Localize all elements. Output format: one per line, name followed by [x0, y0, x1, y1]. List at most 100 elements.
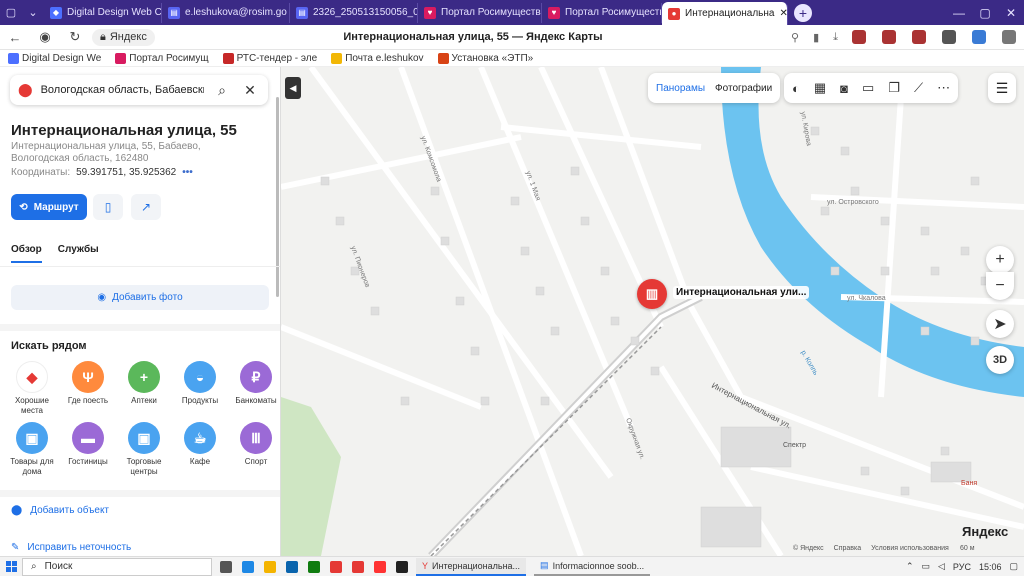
fix-inaccuracy-link[interactable]: ✎ Исправить неточность — [11, 542, 131, 553]
bus-icon[interactable]: ▭ — [862, 80, 874, 96]
browser-tab[interactable]: ▤ 2326_250513150056_0 — [290, 2, 418, 23]
3d-button[interactable]: 3D — [986, 346, 1014, 374]
taskbar-document-window[interactable]: ▤ Informacionnoe soob... — [534, 558, 651, 576]
browser-tab[interactable]: ♥ Портал Росимущества — [418, 2, 542, 23]
notifications-icon[interactable]: ▢ — [1009, 561, 1018, 572]
terms-link[interactable]: Условия использования — [871, 545, 949, 552]
category-hotels[interactable]: ▬ Гостиницы — [60, 422, 116, 477]
close-window-icon[interactable]: ✕ — [998, 6, 1024, 20]
zoom-out-button[interactable]: − — [986, 272, 1014, 300]
download-icon[interactable]: ⤓ — [833, 31, 838, 44]
reload-icon[interactable]: ↻ — [60, 29, 90, 45]
taskbar-search[interactable]: ⌕ Поиск — [22, 557, 212, 576]
close-icon[interactable]: ✕ — [240, 82, 260, 99]
hamburger-icon: ☰ — [995, 79, 1009, 96]
add-object-link[interactable]: ⬤ Добавить объект — [11, 505, 109, 516]
more-icon[interactable]: ⋯ — [937, 80, 950, 96]
bookmark-button[interactable]: ▯ — [93, 194, 123, 220]
browser-tab-active[interactable]: ● Интернациональна ✕ — [662, 2, 788, 25]
bookmark-item[interactable]: Установка «ЭТП» — [437, 52, 533, 64]
extension-icon[interactable] — [882, 30, 896, 44]
ruler-icon[interactable]: ⟋ — [914, 80, 923, 96]
opera-icon[interactable] — [352, 560, 364, 573]
collapse-panel-button[interactable]: ◀ — [285, 77, 301, 99]
place-marker[interactable]: ▥ — [637, 279, 667, 309]
search-input[interactable] — [40, 84, 204, 96]
more-icon[interactable]: ••• — [182, 167, 193, 178]
photos-layer-button[interactable]: Фотографии — [715, 83, 772, 94]
site-chip[interactable]: 🔒︎ Яндекс — [92, 28, 155, 46]
traffic-icon[interactable]: ◐ — [792, 81, 800, 96]
task-view-icon[interactable] — [220, 560, 232, 573]
close-tab-icon[interactable]: ✕ — [779, 8, 787, 19]
coordinates-value[interactable]: 59.391751, 35.925362 — [76, 167, 176, 178]
extension-icon[interactable] — [942, 30, 956, 44]
browser-tab[interactable]: ♥ Портал Росимущества — [542, 2, 662, 23]
minimize-icon[interactable]: — — [946, 6, 972, 20]
explorer-icon[interactable] — [264, 560, 276, 573]
panoramas-layer-button[interactable]: Панорамы — [656, 83, 705, 94]
network-icon[interactable]: ▭ — [921, 561, 930, 572]
bookmark-item[interactable]: Почта e.leshukov — [331, 52, 424, 64]
category-cafe[interactable]: ☕︎ Кафе — [172, 422, 228, 477]
category-pharmacy[interactable]: + Аптеки — [116, 361, 172, 416]
map-canvas[interactable]: ул. Комсомола ул. Пионеров ул. 1 Мая Инт… — [281, 67, 1024, 556]
app-icon[interactable] — [330, 560, 342, 573]
language-indicator[interactable]: РУС — [953, 562, 971, 572]
tab-favicon-icon: ▤ — [168, 6, 180, 19]
map-book-icon[interactable]: ▦ — [814, 80, 826, 96]
category-malls[interactable]: ▣ Торговые центры — [116, 422, 172, 477]
chevron-down-icon[interactable]: ⌄ — [22, 3, 44, 23]
category-home-goods[interactable]: ▣ Товары для дома — [4, 422, 60, 477]
route-button[interactable]: ⟲ Маршрут — [11, 194, 87, 220]
new-tab-button[interactable]: + — [794, 3, 812, 22]
zoom-in-button[interactable]: + — [986, 246, 1014, 274]
location-icon[interactable]: ⚲ — [791, 31, 799, 44]
maximize-icon[interactable]: ▢ — [972, 6, 998, 20]
category-good-places[interactable]: ◆ Хорошие места — [4, 361, 60, 416]
panel-scrollbar[interactable] — [276, 97, 279, 297]
tab-services[interactable]: Службы — [58, 244, 99, 263]
back-arrow-icon[interactable]: ← — [0, 30, 30, 45]
clock[interactable]: 15:06 — [979, 562, 1002, 572]
menu-button[interactable]: ☰ — [988, 73, 1016, 103]
edge-icon[interactable] — [242, 560, 254, 573]
street-label: ул. Кирова — [799, 111, 812, 146]
extension-icon[interactable] — [972, 30, 986, 44]
yandex-icon[interactable] — [374, 560, 386, 573]
tray-up-icon[interactable]: ⌃ — [906, 561, 914, 572]
share-button[interactable]: ↗ — [131, 194, 161, 220]
layers-icon[interactable]: ❐ — [888, 80, 900, 96]
camera-icon[interactable]: ◙ — [840, 81, 848, 96]
excel-icon[interactable] — [308, 560, 320, 573]
category-atm[interactable]: ₽ Банкоматы — [228, 361, 280, 416]
browser-tab[interactable]: ◆ Digital Design Web Cli — [44, 2, 162, 23]
help-link[interactable]: Справка — [834, 545, 861, 552]
bookmark-item[interactable]: Digital Design We — [8, 52, 101, 64]
category-food[interactable]: Ψ Где поесть — [60, 361, 116, 416]
browser-tab[interactable]: ▤ e.leshukova@rosim.go — [162, 2, 290, 23]
extension-icon[interactable] — [852, 30, 866, 44]
map-drawing[interactable]: ул. Комсомола ул. Пионеров ул. 1 Мая Инт… — [281, 67, 1024, 556]
category-sport[interactable]: Ⅲ Спорт — [228, 422, 280, 477]
taskbar-yandex-window[interactable]: Y Интернациональна... — [416, 557, 527, 576]
extension-icon[interactable] — [1002, 30, 1016, 44]
marker-label[interactable]: Интернациональная ули... — [673, 286, 810, 299]
search-icon[interactable]: ⌕ — [212, 82, 232, 99]
tab-list-icon[interactable]: ▢ — [0, 3, 22, 23]
yandex-home-icon[interactable]: ◉ — [30, 29, 60, 45]
my-location-button[interactable]: ➤ — [986, 310, 1014, 338]
start-button[interactable] — [0, 561, 22, 572]
bookmark-item[interactable]: Портал Росимущ — [115, 52, 209, 64]
add-photo-button[interactable]: ◉ Добавить фото — [11, 285, 269, 310]
page-title[interactable]: Интернациональная улица, 55 — Яндекс Кар… — [155, 31, 791, 43]
outlook-icon[interactable] — [286, 560, 298, 573]
extension-icon[interactable] — [912, 30, 926, 44]
app-icon[interactable] — [396, 560, 408, 573]
volume-icon[interactable]: ◁ — [938, 561, 945, 572]
category-groceries[interactable]: ◒ Продукты — [172, 361, 228, 416]
window-controls: — ▢ ✕ — [946, 6, 1024, 20]
bookmark-item[interactable]: РТС-тендер - эле — [222, 52, 317, 64]
bookmark-icon[interactable]: ▮ — [813, 31, 819, 44]
tab-overview[interactable]: Обзор — [11, 244, 42, 263]
